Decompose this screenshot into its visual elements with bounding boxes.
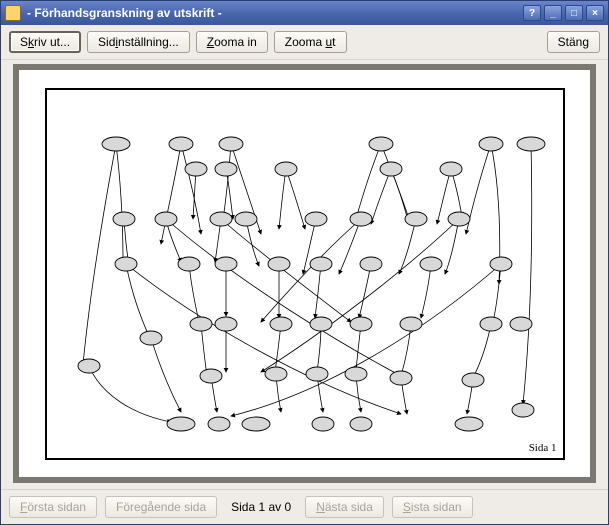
- zoom-in-button[interactable]: Zooma in: [196, 31, 268, 53]
- footer: Första sidan Föregående sida Sida 1 av 0…: [1, 489, 608, 524]
- print-button[interactable]: Skriv ut...: [9, 31, 81, 53]
- app-icon: [5, 5, 21, 21]
- page-preview: Sida 1: [45, 88, 565, 460]
- maximize-button[interactable]: □: [565, 5, 583, 21]
- prev-page-button: Föregående sida: [105, 496, 217, 518]
- preview-area: Sida 1: [13, 64, 596, 483]
- page-setup-button[interactable]: Sidinställning...: [87, 31, 190, 53]
- graph-diagram: [61, 104, 553, 444]
- window: - Förhandsgranskning av utskrift - ? _ □…: [0, 0, 609, 525]
- last-page-button: Sista sidan: [392, 496, 473, 518]
- window-title: - Förhandsgranskning av utskrift -: [27, 6, 520, 20]
- help-button[interactable]: ?: [523, 5, 541, 21]
- titlebar: - Förhandsgranskning av utskrift - ? _ □…: [1, 1, 608, 25]
- zoom-out-button[interactable]: Zooma ut: [274, 31, 347, 53]
- first-page-button: Första sidan: [9, 496, 97, 518]
- close-button[interactable]: Stäng: [547, 31, 600, 53]
- page-label: Sida 1: [529, 442, 557, 454]
- next-page-button: Nästa sida: [305, 496, 384, 518]
- page-indicator: Sida 1 av 0: [225, 500, 297, 514]
- close-window-button[interactable]: ×: [586, 5, 604, 21]
- toolbar: Skriv ut... Sidinställning... Zooma in Z…: [1, 25, 608, 60]
- minimize-button[interactable]: _: [544, 5, 562, 21]
